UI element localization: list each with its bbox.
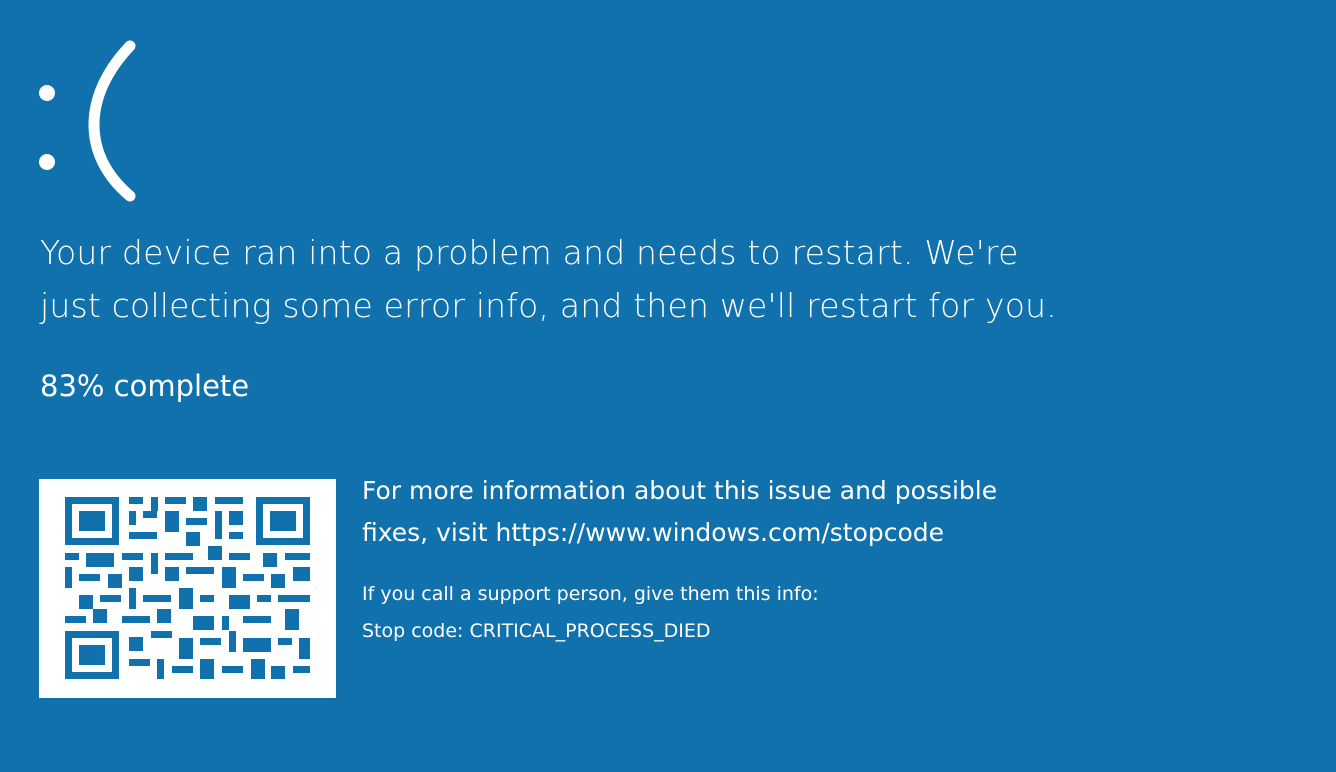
qr-code-icon: [65, 497, 310, 679]
face-eye-top: [39, 85, 55, 101]
more-info-line-1: For more information about this issue an…: [362, 476, 998, 505]
face-mouth: [88, 40, 136, 202]
more-info-line-2: fixes, visit https://www.windows.com/sto…: [362, 518, 945, 547]
bluescreen: { "colors": { "background": "#1071ad", "…: [0, 0, 1336, 772]
error-message: Your device ran into a problem and needs…: [40, 226, 1320, 332]
stop-code: Stop code: CRITICAL_PROCESS_DIED: [362, 620, 711, 642]
info-section: For more information about this issue an…: [362, 470, 1262, 650]
error-message-line-1: Your device ran into a problem and needs…: [40, 233, 1019, 272]
support-info: If you call a support person, give them …: [362, 576, 1262, 650]
sad-face-icon: [39, 40, 136, 202]
support-prompt: If you call a support person, give them …: [362, 583, 819, 605]
progress-text: 83% complete: [40, 369, 250, 403]
face-eye-bottom: [39, 154, 55, 170]
more-info-text: For more information about this issue an…: [362, 470, 1262, 554]
error-message-line-2: just collecting some error info, and the…: [40, 286, 1057, 325]
qr-code: [39, 479, 336, 698]
